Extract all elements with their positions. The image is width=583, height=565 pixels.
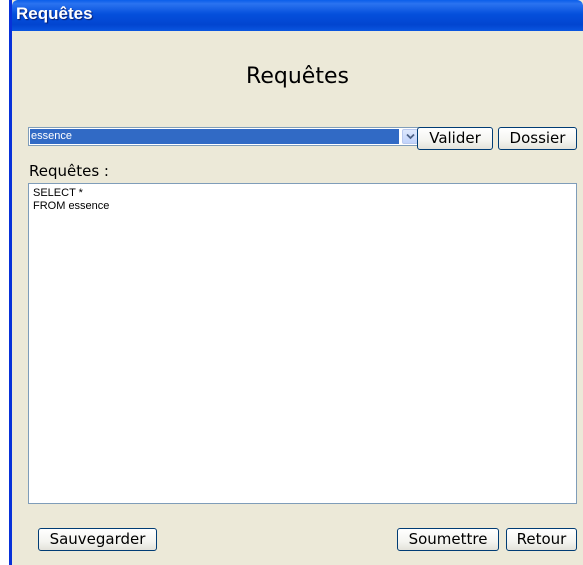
window-title: Requêtes xyxy=(16,4,93,23)
retour-button[interactable]: Retour xyxy=(506,528,577,551)
chevron-down-icon[interactable] xyxy=(402,129,418,144)
sauvegarder-button[interactable]: Sauvegarder xyxy=(38,528,157,551)
soumettre-button[interactable]: Soumettre xyxy=(397,528,499,551)
title-bar[interactable]: Requêtes xyxy=(12,0,583,31)
query-select-value: essence xyxy=(30,129,399,144)
page-title: Requêtes xyxy=(246,64,349,89)
query-label: Requêtes : xyxy=(29,162,109,180)
dossier-button[interactable]: Dossier xyxy=(498,127,577,150)
query-select[interactable]: essence xyxy=(28,127,420,146)
query-line: FROM essence xyxy=(33,200,110,212)
valider-button[interactable]: Valider xyxy=(417,127,493,150)
query-line: SELECT * xyxy=(33,187,83,199)
app-window: Requêtes Requêtes essence Valider Dossie… xyxy=(9,0,583,565)
query-textarea[interactable]: SELECT * FROM essence xyxy=(28,183,577,504)
